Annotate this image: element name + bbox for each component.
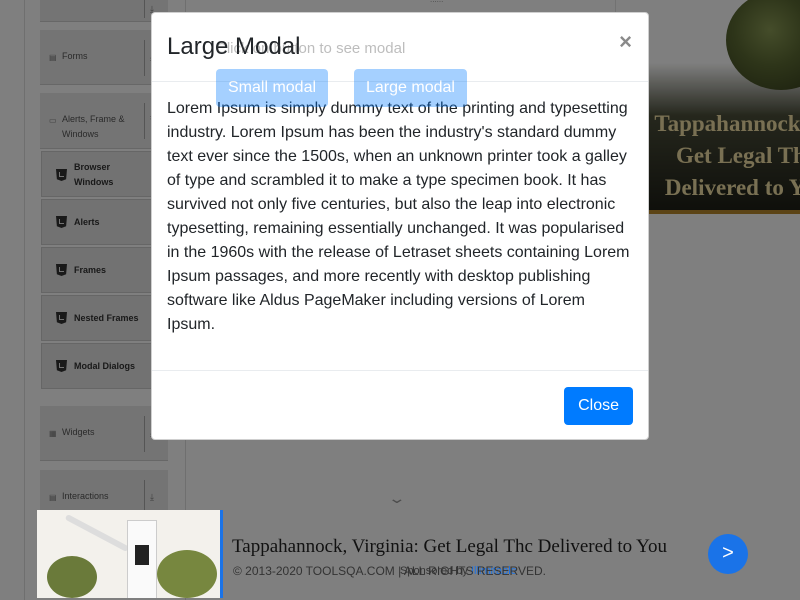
bottom-ad-bar[interactable]: Tappahannock, Virginia: Get Legal Thc De… <box>0 510 800 600</box>
modal-title: Large Modal <box>167 33 301 60</box>
product-bud <box>157 550 217 598</box>
modal-body-text: Lorem Ipsum is simply dummy text of the … <box>167 100 630 333</box>
bottom-ad-headline[interactable]: Tappahannock, Virginia: Get Legal Thc De… <box>232 536 667 558</box>
modal-footer: Close <box>152 370 648 441</box>
close-button[interactable]: Close <box>564 387 633 425</box>
product-joint <box>64 513 130 553</box>
modal-header: Large Modal × <box>152 13 648 82</box>
ad-next-arrow-icon[interactable]: > <box>708 534 748 574</box>
large-modal-dialog: Large Modal × Lorem Ipsum is simply dumm… <box>151 12 649 440</box>
product-bud <box>47 556 97 598</box>
product-bottle <box>127 520 157 598</box>
footer-copyright: © 2013-2020 TOOLSQA.COM | ALL RIGHTS RES… <box>233 564 546 578</box>
ad-product-image <box>37 510 223 598</box>
close-icon[interactable]: × <box>619 29 632 55</box>
